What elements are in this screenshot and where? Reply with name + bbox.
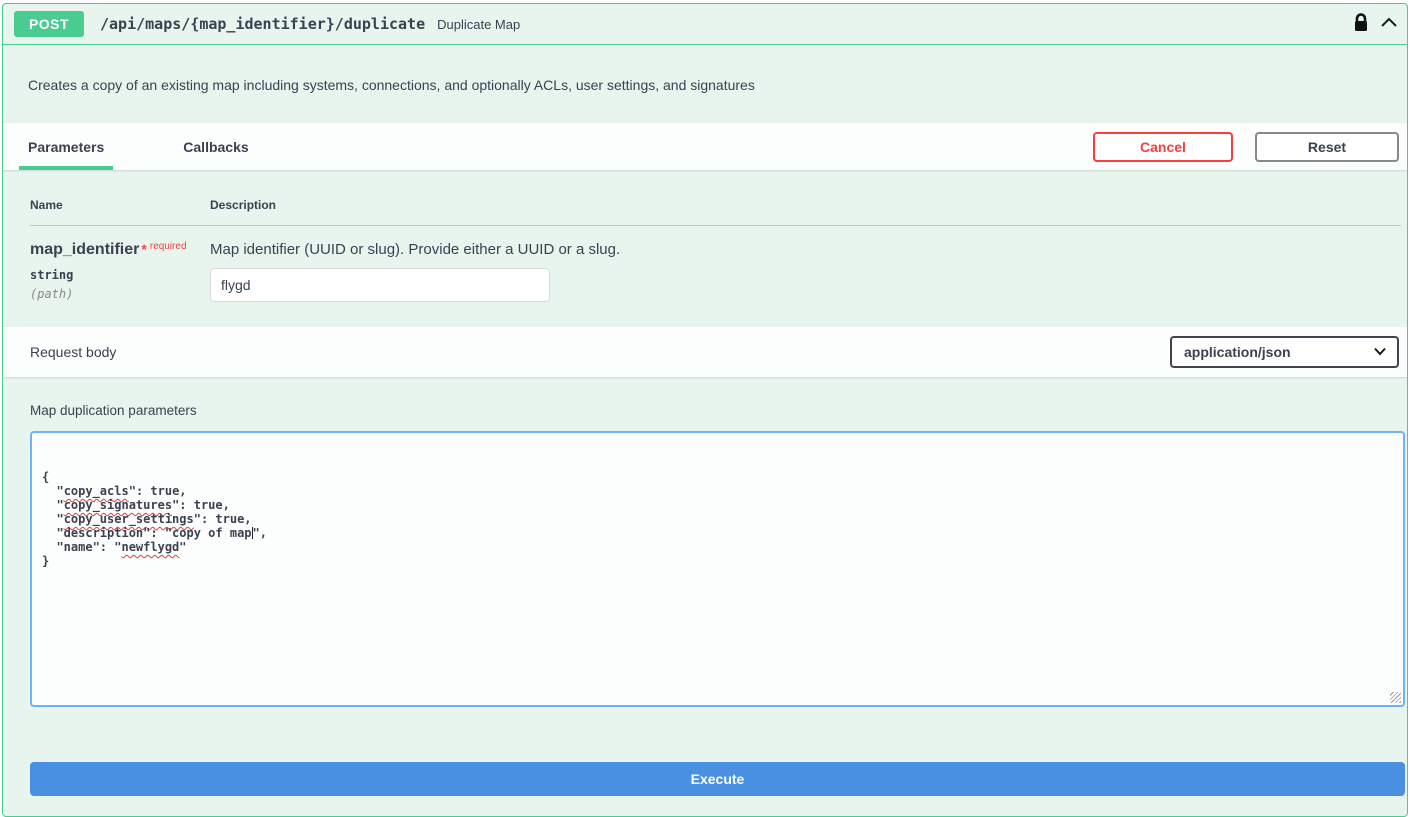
parameter-location: (path): [30, 287, 210, 301]
tab-parameters-label: Parameters: [28, 139, 104, 155]
execute-button[interactable]: Execute: [30, 762, 1405, 796]
body-description: Map duplication parameters: [30, 403, 1399, 418]
tab-callbacks[interactable]: Callbacks: [174, 123, 257, 170]
content-type-value: application/json: [1184, 344, 1291, 360]
execute-section: Execute: [3, 707, 1407, 796]
operation-description: Creates a copy of an existing map includ…: [3, 45, 1407, 123]
tab-callbacks-label: Callbacks: [183, 139, 248, 155]
tab-header: Parameters Callbacks Cancel Reset: [3, 123, 1407, 170]
request-body-section: Map duplication parameters { "copy_acls"…: [3, 377, 1407, 707]
parameter-description-cell: Map identifier (UUID or slug). Provide e…: [210, 226, 1401, 302]
required-asterisk: *: [141, 241, 146, 257]
cancel-button[interactable]: Cancel: [1093, 132, 1233, 162]
chevron-down-icon: [1373, 344, 1387, 361]
content-type-select[interactable]: application/json: [1170, 336, 1399, 368]
resize-handle[interactable]: [1390, 692, 1401, 703]
collapse-button[interactable]: [1379, 13, 1399, 36]
auth-lock-button[interactable]: [1353, 13, 1369, 36]
chevron-up-icon: [1379, 13, 1399, 36]
column-header-name: Name: [30, 170, 210, 226]
operation-summary[interactable]: POST /api/maps/{map_identifier}/duplicat…: [3, 4, 1407, 45]
endpoint-summary: Duplicate Map: [437, 17, 520, 32]
map-identifier-input[interactable]: [210, 268, 550, 302]
request-body-header: Request body application/json: [3, 327, 1407, 377]
parameter-description: Map identifier (UUID or slug). Provide e…: [210, 241, 1401, 258]
endpoint-path: /api/maps/{map_identifier}/duplicate: [100, 15, 425, 33]
operation-panel: POST /api/maps/{map_identifier}/duplicat…: [2, 3, 1408, 817]
reset-button[interactable]: Reset: [1255, 132, 1399, 162]
request-body-label: Request body: [30, 344, 116, 360]
required-label: required: [150, 241, 187, 252]
method-badge: POST: [14, 11, 84, 37]
tab-parameters[interactable]: Parameters: [19, 123, 113, 170]
body-editor[interactable]: { "copy_acls": true, "copy_signatures": …: [30, 431, 1405, 707]
parameters-section: Name Description map_identifier* required…: [3, 170, 1407, 327]
parameter-name: map_identifier: [30, 241, 139, 258]
lock-icon: [1353, 13, 1369, 36]
parameter-type: string: [30, 268, 210, 282]
parameter-name-cell: map_identifier* required string (path): [30, 226, 210, 302]
column-header-description: Description: [210, 170, 1401, 226]
